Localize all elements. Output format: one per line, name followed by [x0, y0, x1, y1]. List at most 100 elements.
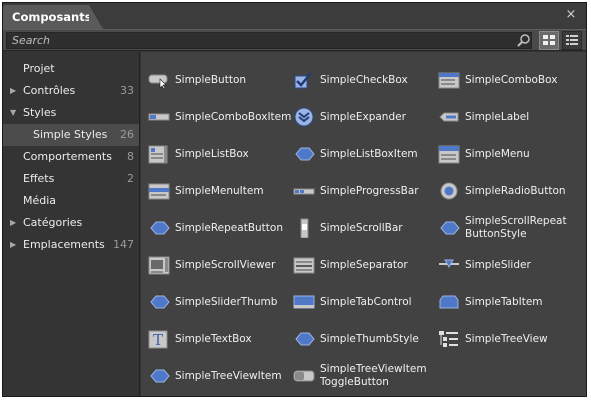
component-label: SimpleScrollRepeat ButtonStyle	[465, 215, 567, 240]
component-item[interactable]: SimpleThumbStyle	[293, 321, 438, 358]
expand-arrow-icon[interactable]: ▶	[10, 212, 20, 234]
component-item[interactable]: SimpleMenu	[438, 136, 583, 173]
component-label: SimpleExpander	[320, 111, 406, 123]
thumbstyle-icon	[295, 332, 315, 346]
sidebar-item-label: Comportements	[23, 150, 112, 163]
component-item[interactable]: SimpleSeparator	[293, 247, 438, 284]
component-item[interactable]: SimpleCheckBox	[293, 62, 438, 99]
sidebar-item-label: Catégories	[23, 216, 83, 229]
sidebar-item-count: 2	[127, 172, 134, 185]
component-item[interactable]: SimpleRadioButton	[438, 173, 583, 210]
component-item[interactable]: SimpleComboBox	[438, 62, 583, 99]
component-item[interactable]: SimpleLabel	[438, 99, 583, 136]
label-icon	[439, 112, 459, 122]
scrollbar-icon	[300, 218, 309, 238]
component-item[interactable]: SimpleTreeViewItem ToggleButton	[293, 358, 438, 395]
tab-composants[interactable]: Composants	[3, 5, 103, 29]
search-bar	[3, 29, 586, 51]
tabitem-icon	[439, 295, 459, 309]
component-label: SimpleCheckBox	[320, 74, 408, 86]
panel-tabbar: Composants ×	[3, 3, 586, 29]
component-label: SimpleSeparator	[320, 259, 408, 271]
search-icon[interactable]	[516, 33, 531, 48]
component-label: SimpleTreeView	[465, 333, 548, 345]
sliderthumb-icon	[150, 295, 170, 309]
component-item[interactable]: T SimpleTextBox	[148, 321, 293, 358]
expander-icon	[294, 107, 314, 127]
menuitem-icon	[148, 183, 170, 200]
sidebar-item-media[interactable]: Média	[3, 190, 139, 212]
component-item[interactable]: SimpleComboBoxItem	[148, 99, 293, 136]
component-item[interactable]: SimpleScrollViewer	[148, 247, 293, 284]
component-label: SimpleProgressBar	[320, 185, 419, 197]
listbox-icon	[148, 145, 168, 164]
tabcontrol-icon	[293, 295, 315, 309]
component-label: SimpleRepeatButton	[175, 222, 283, 234]
component-label: SimpleTreeViewItem ToggleButton	[320, 363, 427, 388]
component-item[interactable]: SimpleListBox	[148, 136, 293, 173]
search-input[interactable]	[6, 32, 532, 49]
component-item[interactable]: SimpleExpander	[293, 99, 438, 136]
treeview-icon	[439, 331, 458, 347]
listboxitem-icon	[295, 147, 315, 161]
sidebar-item-count: 8	[127, 150, 134, 163]
component-item[interactable]: SimpleTabItem	[438, 284, 583, 321]
grid-view-button[interactable]	[539, 31, 559, 50]
menu-icon	[438, 145, 460, 164]
component-label: SimpleLabel	[465, 111, 530, 123]
component-label: SimpleTabControl	[320, 296, 412, 308]
sidebar-item-effets[interactable]: Effets 2	[3, 168, 139, 190]
components-panel: Composants × Projet	[2, 2, 587, 397]
component-label: SimpleMenuItem	[175, 185, 264, 197]
sidebar-item-label: Projet	[23, 62, 55, 75]
component-label: SimpleSliderThumb	[175, 296, 278, 308]
button-icon	[148, 74, 168, 90]
component-label: SimpleMenu	[465, 148, 530, 160]
expand-arrow-icon[interactable]: ▶	[10, 234, 20, 256]
component-item[interactable]: SimpleTabControl	[293, 284, 438, 321]
component-item[interactable]: SimpleScrollBar	[293, 210, 438, 247]
sidebar-item-controles[interactable]: ▶ Contrôles 33	[3, 80, 139, 102]
component-item[interactable]: SimpleSliderThumb	[148, 284, 293, 321]
sidebar-item-categories[interactable]: ▶ Catégories	[3, 212, 139, 234]
component-item[interactable]: SimpleButton	[148, 62, 293, 99]
list-view-button[interactable]	[562, 31, 582, 50]
close-icon[interactable]: ×	[564, 8, 578, 22]
component-item[interactable]: SimpleScrollRepeat ButtonStyle	[438, 210, 583, 247]
sidebar-item-emplacements[interactable]: ▶ Emplacements 147	[3, 234, 139, 256]
component-item[interactable]: SimpleRepeatButton	[148, 210, 293, 247]
sidebar-item-comportements[interactable]: Comportements 8	[3, 146, 139, 168]
component-label: SimpleScrollViewer	[175, 259, 276, 271]
component-label: SimpleTabItem	[465, 296, 543, 308]
component-item[interactable]: SimpleTreeViewItem	[148, 358, 293, 395]
sidebar-item-label: Styles	[23, 106, 57, 119]
separator-icon	[293, 257, 315, 274]
comboboxitem-icon	[148, 113, 170, 121]
checkbox-icon	[294, 72, 312, 89]
component-label: SimpleComboBoxItem	[175, 111, 292, 123]
sidebar-item-projet[interactable]: Projet	[3, 58, 139, 80]
combobox-icon	[438, 72, 460, 89]
textbox-icon: T	[148, 330, 168, 349]
sidebar-item-count: 26	[120, 128, 134, 141]
component-label: SimpleListBoxItem	[320, 148, 418, 160]
sidebar-item-simple-styles[interactable]: Simple Styles 26	[3, 124, 139, 146]
sidebar-item-count: 147	[113, 238, 134, 251]
collapse-arrow-icon[interactable]: ▼	[10, 102, 20, 124]
expand-arrow-icon[interactable]: ▶	[10, 80, 20, 102]
component-item[interactable]: SimpleProgressBar	[293, 173, 438, 210]
radiobutton-icon	[440, 182, 458, 200]
sidebar-item-label: Emplacements	[23, 238, 105, 251]
scrollviewer-icon	[148, 256, 170, 275]
sidebar-item-label: Média	[23, 194, 57, 207]
treeviewitemtogglebutton-icon	[293, 370, 315, 382]
sidebar-item-styles[interactable]: ▼ Styles	[3, 102, 139, 124]
component-item[interactable]: SimpleMenuItem	[148, 173, 293, 210]
component-item[interactable]: SimpleSlider	[438, 247, 583, 284]
component-label: SimpleButton	[175, 74, 247, 86]
component-item[interactable]: SimpleTreeView	[438, 321, 583, 358]
sidebar-item-label: Contrôles	[23, 84, 76, 97]
component-item[interactable]: SimpleListBoxItem	[293, 136, 438, 173]
component-label: SimpleThumbStyle	[320, 333, 419, 345]
component-label: SimpleScrollBar	[320, 222, 403, 234]
